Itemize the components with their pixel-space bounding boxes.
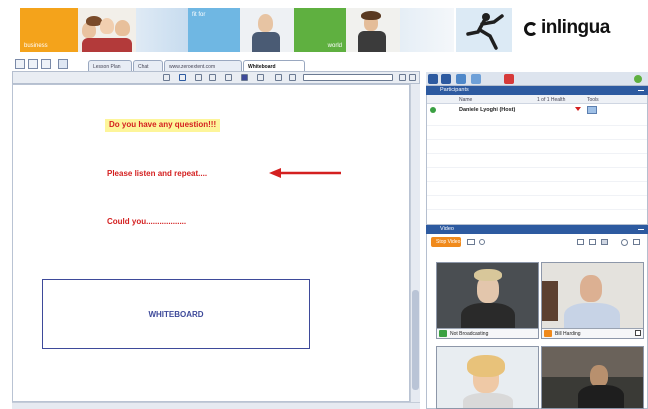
video-view-icon[interactable] [441,74,451,84]
banner-tile-fit: fit for [188,8,240,52]
whiteboard-horizontal-scrollbar[interactable] [12,402,420,409]
banner-tile-pale [400,8,454,52]
settings-icon[interactable] [471,74,481,84]
scrollbar-thumb[interactable] [412,290,419,390]
participants-column-header: Name 1 of 1 Health Tools [427,95,647,104]
participants-panel: Name 1 of 1 Health Tools Daniele Lyoghi … [426,95,648,225]
participant-row[interactable]: Daniele Lyoghi (Host) [427,105,647,115]
header-banner: business fit for world inlingua [0,0,648,58]
video-cell-name: Not Broadcasting [450,331,489,337]
popout-icon[interactable] [633,239,640,245]
banner-tile-label: world [327,43,342,49]
whiteboard-toolbar [12,71,420,84]
camera-icon[interactable] [467,239,475,245]
banner-tile-label: fit for [192,12,206,18]
tab-strip: Lesson Plan Chat www.zeroextent.com Whit… [0,58,420,73]
layout-icon[interactable] [589,239,596,245]
col-status[interactable]: 1 of 1 Health [537,97,565,103]
participant-name: Daniele Lyoghi (Host) [459,107,516,113]
share-icon[interactable] [58,59,68,69]
window-icon[interactable] [41,59,51,69]
video-panel: Stop Video Not Broadcasting Bill Harding [426,234,648,409]
video-title: Video [440,226,454,232]
inlingua-logo-icon [524,22,538,36]
red-arrow-icon [269,168,341,178]
prev-page-icon[interactable] [399,74,406,81]
banner-tile-sky [136,8,188,52]
broadcast-status-icon [439,330,447,337]
inlingua-logo[interactable]: inlingua [541,17,610,39]
video-cell-2[interactable]: Bill Harding [541,262,644,339]
video-toolbar: Stop Video [427,236,647,248]
col-name[interactable]: Name [459,97,472,103]
share-screen-icon[interactable] [456,74,466,84]
right-panel-toolbar [426,72,648,86]
refresh-icon[interactable] [621,239,628,246]
copy-page-icon[interactable] [28,59,38,69]
rectangle-tool-icon[interactable] [209,74,216,81]
participant-tool-icon[interactable] [587,106,597,114]
participants-header[interactable]: Participants [426,86,648,95]
zoom-select-icon[interactable] [303,74,393,81]
participants-title: Participants [440,87,469,93]
stop-video-button[interactable]: Stop Video [431,237,461,247]
undo-icon[interactable] [289,74,296,81]
whiteboard-vertical-scrollbar[interactable] [410,84,420,402]
video-label: Not Broadcasting [437,328,538,338]
mic-icon[interactable] [479,239,485,245]
video-cell-1[interactable]: Not Broadcasting [436,262,539,339]
participants-view-icon[interactable] [428,74,438,84]
col-tools[interactable]: Tools [587,97,599,103]
whiteboard-could-text: Could you.................. [107,217,187,226]
select-tool-icon[interactable] [163,74,170,81]
banner-photo-woman [346,8,400,52]
banner-photo-man [240,8,294,52]
banner-tile-label: business [24,43,48,49]
whiteboard-listen-text: Please listen and repeat.... [107,169,208,178]
status-icon[interactable] [634,75,642,83]
record-icon[interactable] [504,74,514,84]
grid-icon[interactable] [601,239,608,245]
whiteboard-box-label: WHITEBOARD [148,310,204,319]
participant-status-icon [430,107,436,113]
eraser-tool-icon[interactable] [275,74,282,81]
pen-tool-icon[interactable] [195,74,202,81]
video-cell-3[interactable] [436,346,539,409]
new-page-icon[interactable] [15,59,25,69]
next-page-icon[interactable] [409,74,416,81]
video-cell-name: Bill Harding [555,331,581,337]
video-header[interactable]: Video [426,225,648,234]
banner-photo-group [78,8,136,52]
line-tool-icon[interactable] [225,74,232,81]
banner-tile-business: business [20,8,78,52]
video-menu-icon[interactable] [635,330,641,336]
video-settings-icon[interactable] [577,239,584,245]
color-picker-icon[interactable] [241,74,248,81]
minimize-icon[interactable] [638,226,644,230]
video-label: Bill Harding [542,328,643,338]
whiteboard-box: WHITEBOARD [42,279,310,349]
text-tool-icon[interactable] [179,74,186,81]
broadcast-status-icon [544,330,552,337]
banner-runner-tile [456,8,512,52]
fill-tool-icon[interactable] [257,74,264,81]
whiteboard-question-text: Do you have any question!!! [105,119,221,132]
participant-menu-icon[interactable] [575,107,581,111]
whiteboard-canvas[interactable]: Do you have any question!!! Please liste… [12,84,410,402]
minimize-icon[interactable] [638,87,644,91]
runner-icon [466,13,504,50]
video-cell-4[interactable] [541,346,644,409]
banner-tile-world: world [294,8,346,52]
